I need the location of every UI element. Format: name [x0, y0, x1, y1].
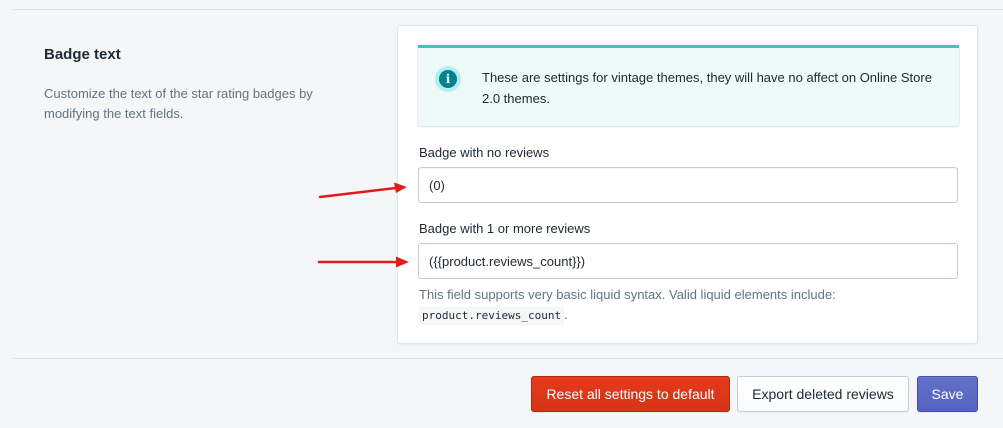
save-button[interactable]: Save	[917, 376, 978, 412]
help-text-body: This field supports very basic liquid sy…	[419, 287, 836, 302]
settings-page: Badge text Customize the text of the sta…	[0, 0, 1003, 428]
export-deleted-reviews-button[interactable]: Export deleted reviews	[737, 376, 909, 412]
banner-text: These are settings for vintage themes, t…	[482, 70, 932, 106]
badge-text-card: i These are settings for vintage themes,…	[397, 25, 978, 344]
liquid-code-chip: product.reviews_count	[419, 307, 565, 325]
reset-settings-button[interactable]: Reset all settings to default	[531, 376, 730, 412]
bottom-divider	[12, 358, 1003, 359]
help-text-suffix: .	[564, 307, 568, 322]
with-reviews-label: Badge with 1 or more reviews	[419, 221, 591, 236]
info-icon: i	[435, 66, 461, 92]
help-text: This field supports very basic liquid sy…	[419, 285, 939, 325]
section-info: Badge text Customize the text of the sta…	[44, 46, 334, 124]
annotation-arrow-icon	[318, 182, 407, 199]
no-reviews-input[interactable]	[418, 167, 958, 203]
no-reviews-label: Badge with no reviews	[419, 145, 550, 160]
with-reviews-input[interactable]	[418, 243, 958, 279]
top-divider	[12, 9, 1003, 10]
annotation-arrow-icon	[317, 256, 409, 268]
section-title: Badge text	[44, 46, 121, 63]
section-description: Customize the text of the star rating ba…	[44, 86, 313, 121]
info-banner: i These are settings for vintage themes,…	[418, 45, 959, 126]
